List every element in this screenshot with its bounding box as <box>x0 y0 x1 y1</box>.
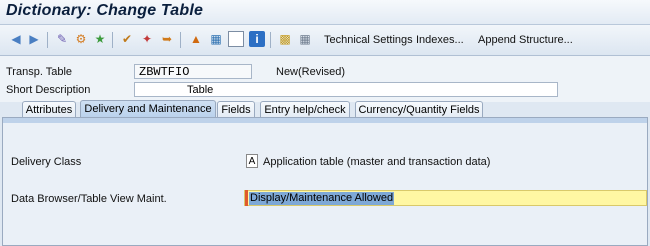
tab-fields[interactable]: Fields <box>217 101 255 117</box>
back-arrow-icon[interactable]: ◀ <box>8 31 24 47</box>
window-title: Dictionary: Change Table <box>6 2 204 19</box>
object-list-icon[interactable]: ➥ <box>159 31 175 47</box>
display-change-icon[interactable]: ⚙ <box>73 31 89 47</box>
window-icon[interactable] <box>228 31 244 47</box>
toolbar-separator <box>112 32 113 48</box>
tab-attributes[interactable]: Attributes <box>22 101 76 117</box>
toolbar-separator <box>270 32 271 48</box>
info-icon[interactable]: i <box>249 31 265 47</box>
forward-arrow-icon[interactable]: ▶ <box>26 31 42 47</box>
append-structure-button[interactable]: Append Structure... <box>478 34 573 46</box>
indexes-button[interactable]: Indexes... <box>416 34 464 46</box>
delivery-class-field[interactable]: A <box>246 154 258 168</box>
hierarchy-icon[interactable]: ▲ <box>188 31 204 47</box>
toolbar-separator <box>180 32 181 48</box>
delivery-class-description: Application table (master and transactio… <box>263 156 491 168</box>
transp-table-label: Transp. Table <box>6 66 73 78</box>
table-header: Transp. Table ZBWTFIO New(Revised) Short… <box>0 56 650 102</box>
delivery-maintenance-panel: Delivery Class A Application table (mast… <box>2 117 648 246</box>
tab-currency-quantity-fields[interactable]: Currency/Quantity Fields <box>355 101 483 117</box>
tabstrip: Attributes Delivery and Maintenance Fiel… <box>0 100 650 118</box>
technical-settings-button[interactable]: Technical Settings <box>324 34 413 46</box>
tab-delivery-maintenance[interactable]: Delivery and Maintenance <box>80 100 216 118</box>
panel-header-band <box>3 118 647 123</box>
other-object-icon[interactable]: ✎ <box>54 31 70 47</box>
input-cursor <box>245 190 248 206</box>
activate-icon[interactable]: ★ <box>92 31 108 47</box>
data-browser-value: Display/Maintenance Allowed <box>249 192 395 205</box>
transp-table-field[interactable]: ZBWTFIO <box>134 64 252 79</box>
where-used-icon[interactable]: ✦ <box>139 31 155 47</box>
check-icon[interactable]: ✔ <box>119 31 135 47</box>
short-description-value: Table <box>187 84 214 96</box>
status-text: New(Revised) <box>276 66 346 78</box>
data-browser-maint-dropdown[interactable]: Display/Maintenance Allowed <box>244 190 647 206</box>
append-structure-icon[interactable]: ▩ <box>277 31 293 47</box>
short-description-label: Short Description <box>6 84 91 96</box>
short-description-field[interactable]: Table <box>134 82 558 97</box>
data-browser-label: Data Browser/Table View Maint. <box>11 193 167 205</box>
table-icon[interactable]: ▦ <box>208 31 224 47</box>
toolbar-separator <box>47 32 48 48</box>
grid-icon[interactable]: ▦ <box>297 31 313 47</box>
tab-entry-help-check[interactable]: Entry help/check <box>260 101 350 117</box>
title-bar: Dictionary: Change Table <box>0 0 650 25</box>
application-toolbar: ◀ ▶ ✎ ⚙ ★ ✔ ✦ ➥ ▲ ▦ i ▩ ▦ Technical Sett… <box>0 25 650 56</box>
delivery-class-label: Delivery Class <box>11 156 82 168</box>
